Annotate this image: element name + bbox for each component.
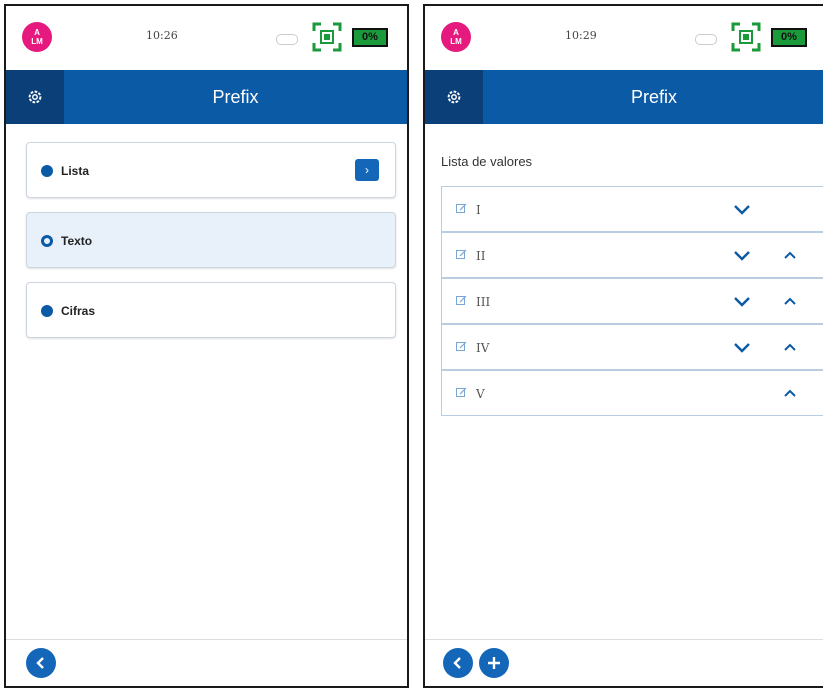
radio-filled-icon xyxy=(41,305,53,317)
list-item-value: IV xyxy=(476,341,490,355)
chevron-left-icon xyxy=(453,657,461,669)
toggle-pill-icon xyxy=(695,34,717,45)
chevron-up-icon[interactable] xyxy=(780,247,800,263)
battery-indicator: 0% xyxy=(771,28,807,47)
chevron-down-icon[interactable] xyxy=(732,293,752,309)
back-button[interactable] xyxy=(443,648,473,678)
settings-button[interactable] xyxy=(425,70,483,124)
option-label: Lista xyxy=(61,164,90,178)
gear-icon xyxy=(447,90,461,104)
list-item[interactable]: V xyxy=(441,370,823,416)
status-bar: A LM 10:26 0% xyxy=(6,6,407,68)
radio-filled-icon xyxy=(41,165,53,177)
chevron-down-icon[interactable] xyxy=(732,247,752,263)
gear-icon xyxy=(28,90,42,104)
avatar-initial: A xyxy=(453,28,459,37)
left-screen: A LM 10:26 0% Prefix Lista › Texto Cifra… xyxy=(4,4,409,688)
add-button[interactable] xyxy=(479,648,509,678)
clock-time: 10:26 xyxy=(146,29,178,42)
list-item-value: I xyxy=(476,203,481,217)
toggle-pill-icon xyxy=(276,34,298,45)
chevron-left-icon xyxy=(36,657,44,669)
app-header: Prefix xyxy=(425,70,823,124)
list-item[interactable]: III xyxy=(441,278,823,324)
list-item-value: V xyxy=(476,387,485,401)
edit-icon[interactable] xyxy=(456,203,467,214)
list-heading: Lista de valores xyxy=(441,154,533,169)
edit-icon[interactable] xyxy=(456,387,467,398)
bottom-bar xyxy=(6,639,407,686)
back-button[interactable] xyxy=(26,648,56,678)
edit-icon[interactable] xyxy=(456,295,467,306)
scan-icon[interactable] xyxy=(312,22,342,52)
bottom-bar xyxy=(425,639,823,686)
edit-icon[interactable] xyxy=(456,341,467,352)
page-title: Prefix xyxy=(212,87,259,107)
page-title: Prefix xyxy=(630,87,677,107)
status-bar: A LM 10:29 0% xyxy=(425,6,823,68)
chevron-up-icon[interactable] xyxy=(780,293,800,309)
option-label: Cifras xyxy=(61,304,96,318)
settings-button[interactable] xyxy=(6,70,64,124)
avatar[interactable]: A LM xyxy=(441,22,471,52)
list-item[interactable]: II xyxy=(441,232,823,278)
avatar-subtext: LM xyxy=(450,37,462,46)
list-item[interactable]: IV xyxy=(441,324,823,370)
app-header: Prefix xyxy=(6,70,407,124)
scan-icon[interactable] xyxy=(731,22,761,52)
option-texto[interactable]: Texto xyxy=(26,212,396,268)
clock-time: 10:29 xyxy=(565,29,597,42)
avatar-subtext: LM xyxy=(31,37,43,46)
chevron-down-icon[interactable] xyxy=(732,201,752,217)
option-label: Texto xyxy=(61,234,93,248)
chevron-down-icon[interactable] xyxy=(732,339,752,355)
list-item-value: II xyxy=(476,249,486,263)
chevron-up-icon[interactable] xyxy=(780,385,800,401)
battery-indicator: 0% xyxy=(352,28,388,47)
plus-icon xyxy=(488,657,500,669)
avatar-initial: A xyxy=(34,28,40,37)
chevron-up-icon[interactable] xyxy=(780,339,800,355)
option-cifras[interactable]: Cifras xyxy=(26,282,396,338)
list-item[interactable]: I xyxy=(441,186,823,232)
avatar[interactable]: A LM xyxy=(22,22,52,52)
radio-ring-icon xyxy=(41,235,53,247)
open-list-button[interactable]: › xyxy=(355,159,379,181)
edit-icon[interactable] xyxy=(456,249,467,260)
option-lista[interactable]: Lista › xyxy=(26,142,396,198)
list-item-value: III xyxy=(476,295,491,309)
right-screen: A LM 10:29 0% Prefix Lista de valores II… xyxy=(423,4,823,688)
